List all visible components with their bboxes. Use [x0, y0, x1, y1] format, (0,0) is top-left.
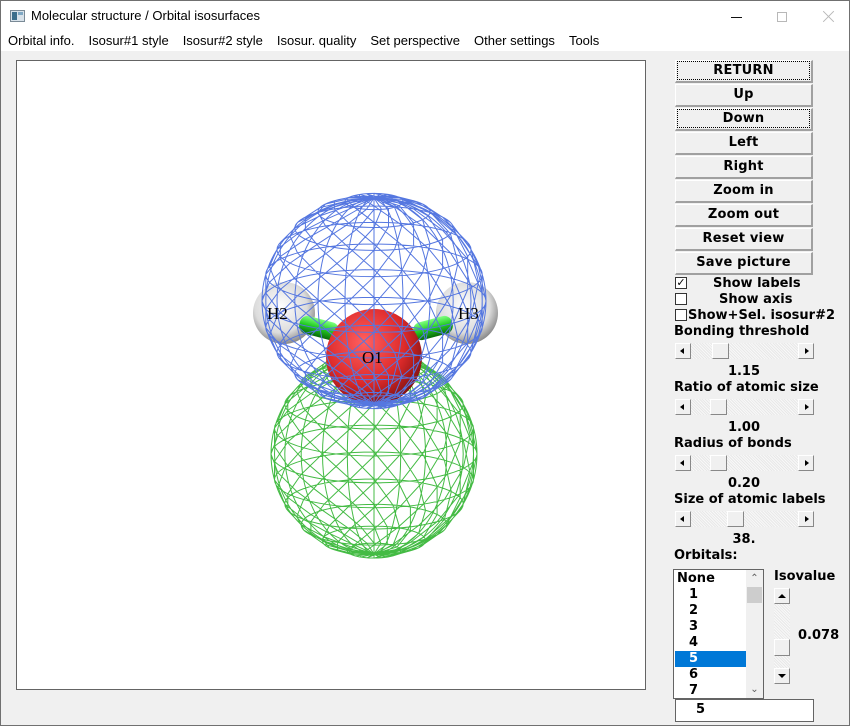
show-labels-checkbox[interactable]: ✓ — [675, 277, 687, 289]
left-button[interactable]: Left — [675, 132, 813, 155]
zoom-in-button-label: Zoom in — [713, 183, 774, 198]
right-button-label: Right — [723, 159, 764, 174]
chevron-up-icon[interactable]: ⌃ — [746, 570, 763, 587]
bonding-threshold-slider[interactable] — [675, 343, 814, 359]
show-sel-isosur2-row[interactable]: Show+Sel. isosur#2 — [675, 308, 845, 324]
molecule-viewport[interactable]: H2 H3 O1 — [16, 60, 646, 690]
zoom-out-button-label: Zoom out — [707, 207, 780, 222]
atom-label-h2: H2 — [267, 304, 288, 323]
scroll-right-icon[interactable] — [798, 343, 814, 359]
down-button-label: Down — [677, 109, 810, 128]
orbital-index-input[interactable]: 5 — [675, 699, 814, 722]
scroll-right-icon[interactable] — [798, 399, 814, 415]
checkmark-icon: ✓ — [676, 276, 686, 289]
scrollbar-thumb[interactable] — [747, 587, 762, 603]
show-axis-label: Show axis — [719, 292, 793, 307]
minimize-button[interactable] — [713, 1, 759, 32]
return-button[interactable]: RETURN — [675, 60, 813, 83]
bonding-threshold-value: 1.15 — [727, 364, 761, 379]
orbitals-scrollbar[interactable]: ⌃ ⌄ — [746, 570, 763, 698]
molecule-render[interactable]: H2 H3 O1 — [17, 61, 646, 690]
window-title: Molecular structure / Orbital isosurface… — [31, 8, 261, 23]
atoms-layer — [253, 282, 498, 405]
menu-other-settings[interactable]: Other settings — [467, 32, 562, 51]
scroll-left-icon[interactable] — [675, 343, 691, 359]
atom-label-o1: O1 — [362, 348, 383, 367]
scroll-left-icon[interactable] — [675, 455, 691, 471]
minimize-icon — [730, 17, 742, 18]
slider-thumb[interactable] — [727, 511, 744, 527]
app-icon — [10, 10, 25, 22]
save-picture-button[interactable]: Save picture — [675, 252, 813, 275]
orbital-item[interactable]: 1 — [675, 587, 746, 603]
menu-isosur-quality[interactable]: Isosur. quality — [270, 32, 364, 51]
size-atomic-labels-label: Size of atomic labels — [674, 492, 826, 507]
close-icon — [822, 10, 835, 23]
menu-isosur1-style[interactable]: Isosur#1 style — [81, 32, 175, 51]
orbital-item[interactable]: 4 — [675, 635, 746, 651]
orbital-item[interactable]: 2 — [675, 603, 746, 619]
show-sel-isosur2-label: Show+Sel. isosur#2 — [688, 308, 836, 323]
menu-tools[interactable]: Tools — [562, 32, 606, 51]
menu-orbital-info[interactable]: Orbital info. — [1, 32, 81, 51]
orbital-item[interactable]: 3 — [675, 619, 746, 635]
scroll-down-icon[interactable] — [774, 668, 790, 684]
up-button-label: Up — [733, 87, 754, 102]
orbital-item[interactable]: 7 — [675, 683, 746, 698]
radius-bonds-label: Radius of bonds — [674, 436, 792, 451]
show-labels-row[interactable]: ✓ Show labels — [675, 276, 825, 292]
orbital-item[interactable]: 6 — [675, 667, 746, 683]
save-picture-button-label: Save picture — [696, 255, 791, 270]
scroll-right-icon[interactable] — [798, 455, 814, 471]
show-sel-isosur2-checkbox[interactable] — [675, 309, 687, 321]
right-button[interactable]: Right — [675, 156, 813, 179]
down-button[interactable]: Down — [675, 108, 813, 131]
atom-label-h3: H3 — [458, 304, 479, 323]
size-atomic-labels-slider[interactable] — [675, 511, 814, 527]
slider-thumb[interactable] — [712, 343, 729, 359]
ratio-atomic-size-slider[interactable] — [675, 399, 814, 415]
menu-set-perspective[interactable]: Set perspective — [363, 32, 467, 51]
radius-bonds-value: 0.20 — [727, 476, 761, 491]
ratio-atomic-size-label: Ratio of atomic size — [674, 380, 819, 395]
show-axis-checkbox[interactable] — [675, 293, 687, 305]
isovalue-value: 0.078 — [798, 628, 840, 643]
ratio-atomic-size-value: 1.00 — [727, 420, 761, 435]
scroll-left-icon[interactable] — [675, 511, 691, 527]
close-button[interactable] — [805, 1, 850, 32]
app-window: Molecular structure / Orbital isosurface… — [0, 0, 850, 726]
size-atomic-labels-value: 38. — [732, 532, 756, 547]
menu-isosur2-style[interactable]: Isosur#2 style — [176, 32, 270, 51]
show-labels-label: Show labels — [713, 276, 801, 291]
radius-bonds-slider[interactable] — [675, 455, 814, 471]
slider-thumb[interactable] — [710, 399, 727, 415]
orbitals-listbox[interactable]: None 1 2 3 4 5 6 7 ⌃ ⌄ — [673, 569, 764, 699]
menu-bar: Orbital info. Isosur#1 style Isosur#2 st… — [1, 32, 849, 51]
slider-thumb[interactable] — [774, 639, 790, 656]
bonding-threshold-label: Bonding threshold — [674, 324, 810, 339]
chevron-down-icon[interactable]: ⌄ — [746, 681, 763, 698]
maximize-button[interactable] — [759, 1, 805, 32]
orbitals-label: Orbitals: — [674, 548, 738, 563]
slider-thumb[interactable] — [710, 455, 727, 471]
reset-view-button-label: Reset view — [702, 231, 785, 246]
isovalue-label: Isovalue — [774, 569, 836, 584]
return-button-label: RETURN — [677, 61, 810, 80]
orbital-item-selected[interactable]: 5 — [675, 651, 746, 667]
title-bar: Molecular structure / Orbital isosurface… — [1, 1, 849, 32]
up-button[interactable]: Up — [675, 84, 813, 107]
orbital-item-none[interactable]: None — [675, 571, 746, 587]
scroll-left-icon[interactable] — [675, 399, 691, 415]
scroll-right-icon[interactable] — [798, 511, 814, 527]
reset-view-button[interactable]: Reset view — [675, 228, 813, 251]
left-button-label: Left — [728, 135, 759, 150]
scroll-up-icon[interactable] — [774, 588, 790, 604]
show-axis-row[interactable]: Show axis — [675, 292, 825, 308]
isovalue-slider[interactable] — [774, 588, 790, 684]
maximize-icon — [777, 11, 787, 22]
zoom-out-button[interactable]: Zoom out — [675, 204, 813, 227]
zoom-in-button[interactable]: Zoom in — [675, 180, 813, 203]
